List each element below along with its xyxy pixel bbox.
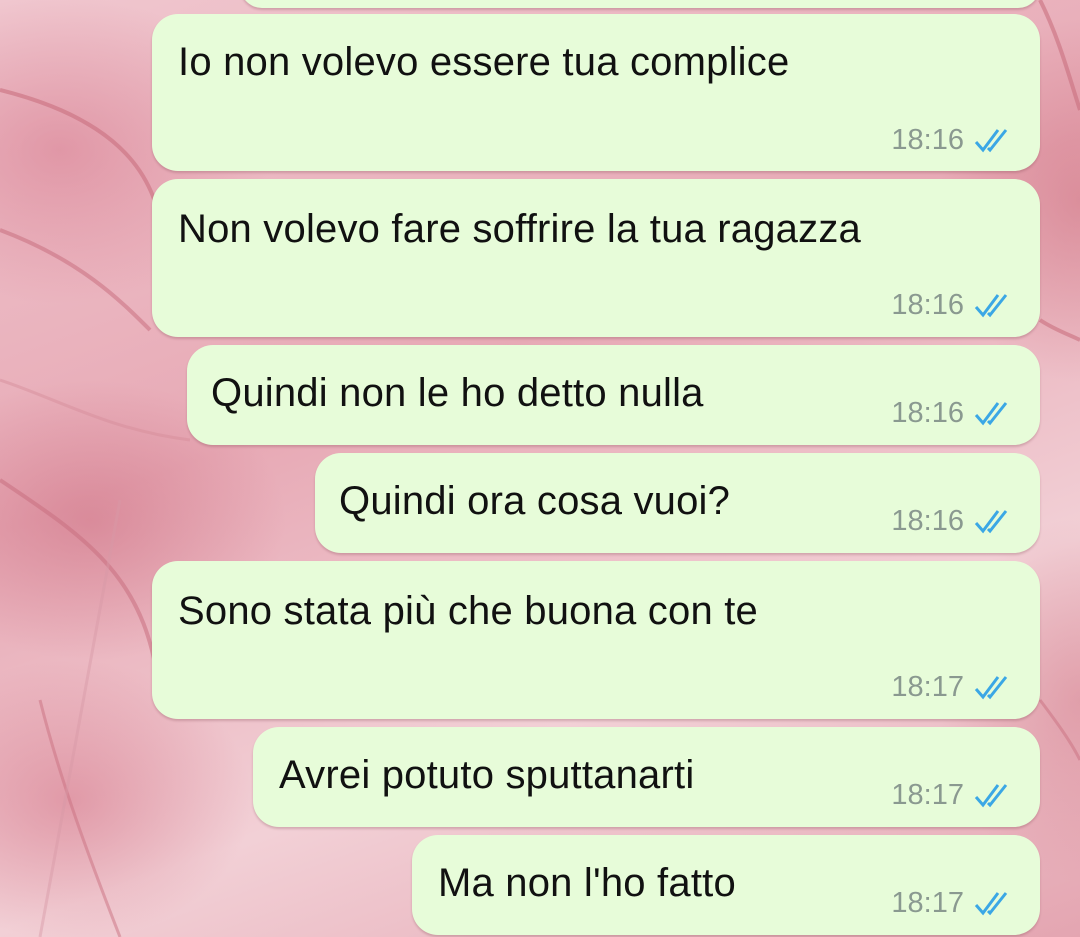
message-text: Quindi ora cosa vuoi? — [339, 479, 731, 523]
message-meta: 18:16 — [891, 289, 1014, 322]
double-check-icon — [974, 128, 1008, 152]
previous-message-bubble[interactable] — [240, 0, 1040, 8]
message-time: 18:17 — [891, 779, 964, 811]
message-text: Quindi non le ho detto nulla — [211, 371, 704, 415]
message-time: 18:16 — [891, 124, 964, 156]
message-bubble[interactable]: Io non volevo essere tua complice 18:16 — [152, 14, 1040, 171]
message-time: 18:16 — [891, 397, 964, 429]
message-meta: 18:17 — [891, 887, 1014, 920]
message-time: 18:16 — [891, 289, 964, 321]
message-bubble[interactable]: Quindi ora cosa vuoi? 18:16 — [315, 453, 1040, 553]
message-bubble[interactable]: Ma non l'ho fatto 18:17 — [412, 835, 1040, 935]
message-bubble[interactable]: Sono stata più che buona con te 18:17 — [152, 561, 1040, 719]
message-text: Sono stata più che buona con te — [178, 589, 758, 633]
double-check-icon — [974, 891, 1008, 915]
message-text: Avrei potuto sputtanarti — [279, 753, 695, 797]
message-meta: 18:17 — [891, 671, 1014, 704]
double-check-icon — [974, 509, 1008, 533]
message-text: Io non volevo essere tua complice — [178, 40, 790, 84]
double-check-icon — [974, 783, 1008, 807]
message-bubble[interactable]: Non volevo fare soffrire la tua ragazza … — [152, 179, 1040, 337]
double-check-icon — [974, 401, 1008, 425]
message-text: Non volevo fare soffrire la tua ragazza — [178, 207, 861, 251]
message-time: 18:17 — [891, 887, 964, 919]
message-bubble[interactable]: Quindi non le ho detto nulla 18:16 — [187, 345, 1040, 445]
double-check-icon — [974, 675, 1008, 699]
message-meta: 18:17 — [891, 779, 1014, 812]
message-bubble[interactable]: Avrei potuto sputtanarti 18:17 — [253, 727, 1040, 827]
message-meta: 18:16 — [891, 124, 1014, 157]
message-meta: 18:16 — [891, 397, 1014, 430]
double-check-icon — [974, 293, 1008, 317]
message-meta: 18:16 — [891, 505, 1014, 538]
message-time: 18:17 — [891, 671, 964, 703]
message-text: Ma non l'ho fatto — [438, 861, 736, 905]
message-time: 18:16 — [891, 505, 964, 537]
